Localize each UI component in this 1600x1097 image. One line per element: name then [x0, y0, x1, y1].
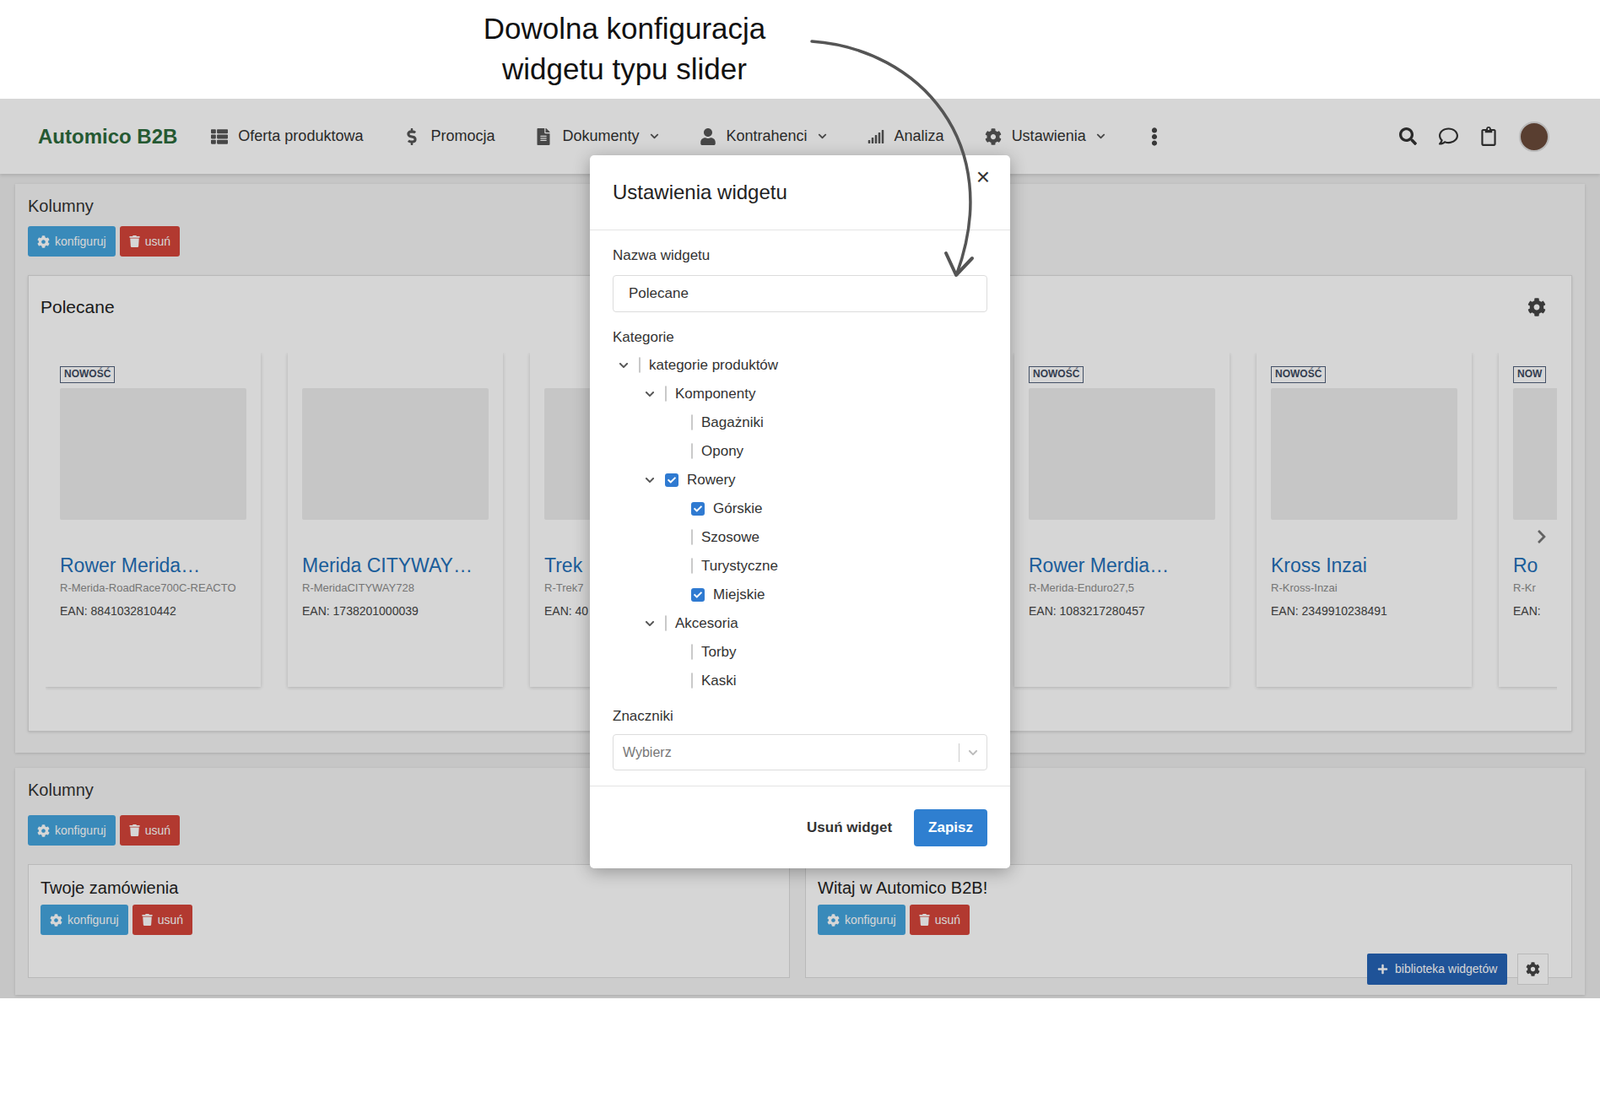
checkbox[interactable] [664, 473, 679, 487]
tree-label: Komponenty [675, 383, 756, 406]
check-icon [667, 475, 676, 485]
check-icon [693, 590, 703, 600]
category-tree: kategorie produktów Komponenty Bagażniki Op… [612, 351, 988, 696]
tree-row[interactable]: Kaski [612, 666, 988, 696]
modal-footer: Usuń widget Zapisz [589, 785, 1011, 869]
checkbox[interactable] [691, 672, 693, 689]
chevron-down-icon[interactable] [644, 389, 655, 400]
tree-row[interactable]: Rowery [612, 465, 988, 495]
close-button[interactable]: × [972, 163, 994, 191]
tags-select[interactable]: Wybierz [612, 734, 988, 771]
check-icon [693, 504, 703, 514]
tree-label: Miejskie [713, 583, 765, 606]
checkbox[interactable] [691, 529, 693, 546]
checkbox[interactable] [691, 414, 693, 431]
chevron-down-icon [967, 747, 979, 758]
tree-label: Szosowe [701, 526, 760, 549]
annotation-line: widgetu typu slider [455, 48, 794, 90]
tree-label: Torby [701, 641, 737, 664]
tree-row[interactable]: Szosowe [612, 523, 988, 552]
tree-label: Rowery [686, 469, 736, 492]
delete-widget-button[interactable]: Usuń widget [806, 816, 892, 839]
tree-row[interactable]: kategorie produktów [612, 351, 988, 380]
field-label: Kategorie [612, 327, 988, 348]
app-screenshot: Automico B2BOferta produktowaPromocjaDok… [0, 98, 1600, 999]
tree-label: Turystyczne [701, 555, 779, 578]
modal-title: Ustawienia widgetu [612, 177, 788, 208]
chevron-down-icon[interactable] [644, 618, 655, 629]
tree-label: Górskie [713, 497, 763, 520]
tree-label: kategorie produktów [648, 354, 779, 377]
tree-row[interactable]: Akcesoria [612, 609, 988, 638]
field-label: Nazwa widgetu [612, 245, 988, 266]
tree-row[interactable]: Miejskie [612, 580, 988, 610]
tree-label: Kaski [701, 670, 737, 692]
chevron-down-icon[interactable] [618, 360, 629, 371]
tree-label: Bagażniki [701, 411, 764, 434]
tree-row[interactable]: Turystyczne [612, 551, 988, 581]
field-label: Znaczniki [612, 706, 988, 727]
tree-label: Opony [701, 440, 744, 463]
tree-row[interactable]: Komponenty [612, 379, 988, 409]
checkbox[interactable] [664, 615, 667, 632]
annotation: Dowolna konfiguracjawidgetu typu slider [0, 0, 1600, 99]
checkbox[interactable] [691, 557, 693, 574]
checkbox[interactable] [691, 588, 705, 602]
checkbox[interactable] [691, 643, 693, 660]
tree-row[interactable]: Torby [612, 637, 988, 667]
chevron-down-icon[interactable] [644, 475, 655, 486]
tree-row[interactable]: Bagażniki [612, 408, 988, 438]
checkbox[interactable] [691, 502, 705, 516]
tree-row[interactable]: Górskie [612, 494, 988, 524]
checkbox[interactable] [638, 356, 641, 373]
widget-settings-modal: Ustawienia widgetu × Nazwa widgetu Polecane… [589, 155, 1011, 869]
modal-body: Nazwa widgetu Polecane Kategorie kategorie … [589, 230, 1011, 786]
checkbox[interactable] [664, 385, 667, 402]
page: Dowolna konfiguracjawidgetu typu sliderA… [0, 0, 1600, 1097]
name-input[interactable]: Polecane [612, 275, 988, 313]
annotation-line: Dowolna konfiguracja [455, 8, 794, 49]
save-button[interactable]: Zapisz [913, 809, 988, 847]
checkbox[interactable] [691, 443, 693, 460]
tree-label: Akcesoria [675, 612, 739, 635]
tree-row[interactable]: Opony [612, 437, 988, 466]
